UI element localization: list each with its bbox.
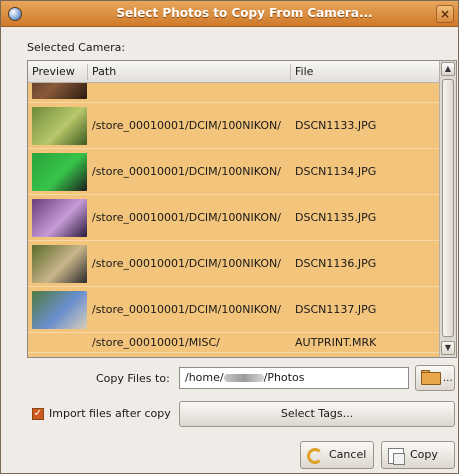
copy-icon — [388, 448, 405, 465]
app-menu-icon[interactable] — [8, 7, 22, 21]
title-bar[interactable]: Select Photos to Copy From Camera... × — [1, 1, 458, 27]
row-path: /store_00010001/DCIM/100NIKON/ — [92, 211, 281, 224]
redacted-username — [223, 374, 264, 382]
copy-button[interactable]: Copy — [381, 441, 455, 469]
table-row[interactable]: /store_00010001/DCIM/100NIKON/ DSCN1135.… — [28, 195, 440, 241]
folder-icon — [421, 372, 441, 385]
photo-thumbnail — [32, 291, 87, 329]
scrollbar-thumb[interactable] — [442, 79, 454, 337]
undo-arrow-icon — [307, 448, 323, 464]
row-path: /store_00010001/MISC/ — [92, 336, 220, 349]
import-after-copy-label: Import files after copy — [49, 407, 171, 420]
destination-path-field[interactable]: /home//Photos — [179, 367, 409, 389]
column-path[interactable]: Path — [92, 65, 116, 78]
close-button[interactable]: × — [436, 5, 454, 23]
photo-thumbnail — [32, 245, 87, 283]
select-tags-button[interactable]: Select Tags... — [179, 401, 455, 427]
scroll-up-icon[interactable]: ▲ — [441, 62, 455, 76]
list-rows: /store_00010001/DCIM/100NIKON/ DSCN1133.… — [28, 83, 440, 357]
browse-folder-button[interactable]: ... — [415, 365, 455, 391]
row-path: /store_00010001/DCIM/100NIKON/ — [92, 165, 281, 178]
copy-label: Copy — [410, 448, 438, 461]
cancel-button[interactable]: Cancel — [300, 441, 374, 469]
selected-camera-label: Selected Camera: — [27, 41, 126, 54]
window-title: Select Photos to Copy From Camera... — [116, 6, 373, 20]
photo-thumbnail — [32, 199, 87, 237]
photo-thumbnail — [32, 107, 87, 145]
row-path: /store_00010001/DCIM/100NIKON/ — [92, 257, 281, 270]
column-preview[interactable]: Preview — [32, 65, 75, 78]
row-file: AUTPRINT.MRK — [295, 336, 377, 349]
column-divider — [290, 64, 291, 80]
table-row[interactable]: /store_00010001/DCIM/100NIKON/ DSCN1137.… — [28, 287, 440, 333]
row-path: /store_00010001/DCIM/100NIKON/ — [92, 119, 281, 132]
table-row[interactable] — [28, 83, 440, 103]
list-header: Preview Path File — [28, 61, 440, 83]
photo-thumbnail — [32, 153, 87, 191]
row-path: /store_00010001/DCIM/100NIKON/ — [92, 303, 281, 316]
copy-files-to-label: Copy Files to: — [96, 372, 170, 385]
row-file: DSCN1137.JPG — [295, 303, 377, 316]
scroll-down-icon[interactable]: ▼ — [441, 341, 455, 355]
import-after-copy-checkbox[interactable]: ✓ — [32, 408, 44, 420]
cancel-label: Cancel — [329, 448, 367, 461]
table-row[interactable]: /store_00010001/DCIM/100NIKON/ DSCN1133.… — [28, 103, 440, 149]
row-file: DSCN1134.JPG — [295, 165, 377, 178]
table-row[interactable]: /store_00010001/DCIM/100NIKON/ DSCN1136.… — [28, 241, 440, 287]
column-file[interactable]: File — [295, 65, 313, 78]
vertical-scrollbar[interactable]: ▲ ▼ — [439, 61, 456, 357]
table-row[interactable]: /store_00010001/DCIM/100NIKON/ DSCN1134.… — [28, 149, 440, 195]
row-file: DSCN1135.JPG — [295, 211, 377, 224]
copy-photos-dialog: Select Photos to Copy From Camera... × S… — [0, 0, 459, 474]
table-row[interactable]: /store_00010001/MISC/ AUTPRINT.MRK — [28, 333, 440, 353]
photo-thumbnail — [32, 83, 87, 99]
column-divider — [87, 64, 88, 80]
photo-list[interactable]: Preview Path File /store_00010001/DCIM/1… — [27, 60, 457, 358]
row-file: DSCN1133.JPG — [295, 119, 377, 132]
row-file: DSCN1136.JPG — [295, 257, 377, 270]
